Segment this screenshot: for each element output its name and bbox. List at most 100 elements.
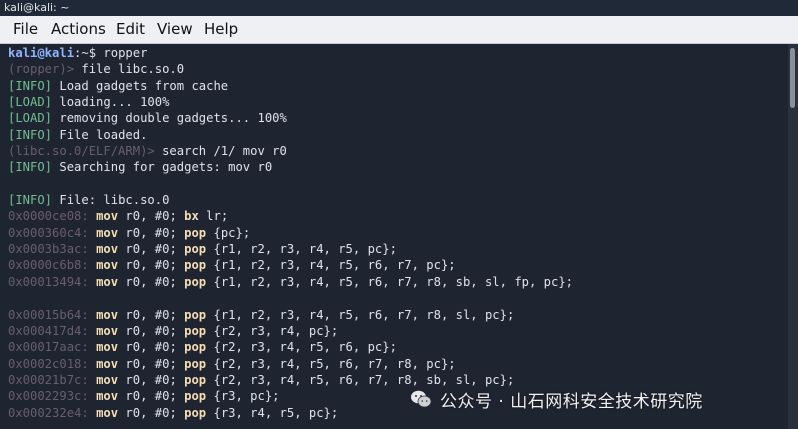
terminal-text-segment: {r1, r2, r3, r4, r5, r6, r7, r8, sb, sl,… — [206, 274, 574, 289]
terminal-text-segment: pop — [184, 356, 207, 371]
terminal-text-segment: 0x0002c018: — [8, 356, 97, 371]
terminal-text-segment: pop — [184, 340, 207, 355]
terminal-text-segment: {r1, r2, r3, r4, r5, r6, r7, r8, sl, pc}… — [206, 307, 515, 322]
terminal-text-segment: :~$ ropper — [74, 46, 148, 60]
terminal-text-segment: search /1/ mov r0 — [162, 144, 287, 159]
terminal-text-segment: 0x00013494: — [8, 274, 97, 289]
terminal-text-segment: {r2, r3, r4, r5, r6, r7, r8, pc}; — [206, 356, 456, 371]
terminal-text-segment: Load gadgets from cache — [52, 78, 229, 93]
terminal-text-segment: kali@kali — [8, 46, 75, 60]
terminal-text-segment: loading... 100% — [52, 95, 170, 110]
terminal-line: 0x0000c6b8: mov r0, #0; pop {r1, r2, r3,… — [8, 257, 788, 273]
terminal-text-segment: 0x0003b3ac: — [8, 242, 97, 257]
terminal-text-segment: Searching for gadgets: mov r0 — [52, 160, 273, 175]
terminal-output[interactable]: kali@kali:~$ ropper (ropper)> file libc.s… — [0, 44, 788, 429]
terminal-text-segment: r0, #0; — [118, 389, 185, 404]
terminal-text-segment: [INFO] — [8, 78, 53, 93]
terminal-text-segment: 0x00015b64: — [8, 307, 97, 322]
wechat-icon — [410, 389, 432, 409]
terminal-text-segment: r0, #0; — [118, 356, 185, 371]
terminal-text-segment: r0, #0; — [118, 372, 185, 387]
terminal-text-segment: mov — [96, 209, 119, 224]
terminal-line: 0x00017aac: mov r0, #0; pop {r2, r3, r4,… — [8, 339, 788, 355]
terminal-text-segment: pop — [184, 323, 207, 338]
terminal-text-segment: 0x00021b7c: — [8, 372, 97, 387]
terminal-text-segment: pop — [184, 274, 207, 289]
terminal-text-segment: 0x000360c4: — [8, 225, 97, 240]
terminal-text-segment: mov — [96, 274, 119, 289]
watermark-text: 公众号 · 山石网科安全技术研究院 — [440, 391, 703, 412]
terminal-text-segment: bx — [184, 209, 199, 224]
terminal-line: (ropper)> file libc.so.0 — [8, 61, 788, 77]
terminal-text-segment: pop — [184, 225, 207, 240]
terminal-text-segment: file libc.so.0 — [81, 62, 185, 77]
terminal-text-segment: 0x000417d4: — [8, 323, 97, 338]
terminal-text-segment: pop — [184, 242, 207, 257]
terminal-text-segment: pop — [184, 258, 207, 273]
terminal-text-segment: pop — [184, 405, 207, 420]
window-titlebar[interactable]: kali@kali: ~ — [0, 0, 798, 17]
terminal-line: [INFO] File: libc.so.0 — [8, 192, 788, 208]
menu-bar: File Actions Edit View Help — [0, 16, 798, 44]
terminal-lines: kali@kali:~$ ropper (ropper)> file libc.s… — [8, 45, 788, 421]
menu-help[interactable]: Help — [202, 16, 240, 43]
terminal-line: 0x0003b3ac: mov r0, #0; pop {r1, r2, r3,… — [8, 241, 788, 257]
terminal-text-segment: 0x0000ce08: — [8, 209, 97, 224]
menu-view[interactable]: View — [155, 16, 195, 43]
terminal-text-segment: r0, #0; — [118, 209, 185, 224]
terminal-text-segment: pop — [184, 389, 207, 404]
terminal-text-segment: (ropper)> — [8, 62, 82, 77]
terminal-text-segment: mov — [96, 242, 119, 257]
scrollbar-thumb[interactable] — [790, 48, 795, 108]
terminal-text-segment: mov — [96, 405, 119, 420]
terminal-line: 0x0002c018: mov r0, #0; pop {r2, r3, r4,… — [8, 356, 788, 372]
terminal-text-segment: mov — [96, 323, 119, 338]
terminal-text-segment: {r1, r2, r3, r4, r5, r6, r7, pc}; — [206, 258, 456, 273]
watermark: 公众号 · 山石网科安全技术研究院 — [410, 385, 780, 413]
terminal-text-segment: removing double gadgets... 100% — [52, 111, 287, 126]
terminal-line: [INFO] Searching for gadgets: mov r0 — [8, 159, 788, 175]
terminal-text-segment: {r3, r4, r5, pc}; — [206, 405, 339, 420]
terminal-text-segment: mov — [96, 356, 119, 371]
terminal-line: [LOAD] loading... 100% — [8, 94, 788, 110]
terminal-text-segment: pop — [184, 372, 207, 387]
terminal-text-segment: r0, #0; — [118, 307, 185, 322]
terminal-text-segment: r0, #0; — [118, 258, 185, 273]
terminal-line: 0x000417d4: mov r0, #0; pop {r2, r3, r4,… — [8, 323, 788, 339]
menu-actions[interactable]: Actions — [49, 16, 108, 43]
terminal-text-segment: File: libc.so.0 — [52, 193, 170, 208]
terminal-text-segment: mov — [96, 372, 119, 387]
terminal-text-segment: 0x000232e4: — [8, 405, 97, 420]
terminal-text-segment: r0, #0; — [118, 242, 185, 257]
terminal-line: (libc.so.0/ELF/ARM)> search /1/ mov r0 — [8, 143, 788, 159]
terminal-text-segment: mov — [96, 258, 119, 273]
terminal-text-segment: 0x0002293c: — [8, 389, 97, 404]
terminal-text-segment: {pc}; — [206, 225, 251, 240]
terminal-line: kali@kali:~$ ropper — [8, 45, 788, 61]
window-title: kali@kali: ~ — [4, 1, 70, 14]
terminal-text-segment: mov — [96, 340, 119, 355]
terminal-text-segment: [INFO] — [8, 160, 53, 175]
terminal-scrollbar[interactable] — [788, 44, 798, 429]
terminal-text-segment: r0, #0; — [118, 274, 185, 289]
terminal-text-segment: {r3, pc}; — [206, 389, 280, 404]
terminal-line: 0x0000ce08: mov r0, #0; bx lr; — [8, 208, 788, 224]
terminal-text-segment: pop — [184, 307, 207, 322]
terminal-text-segment: r0, #0; — [118, 225, 185, 240]
terminal-line: 0x00013494: mov r0, #0; pop {r1, r2, r3,… — [8, 274, 788, 290]
menu-file[interactable]: File — [11, 16, 40, 43]
menu-edit[interactable]: Edit — [114, 16, 147, 43]
terminal-line: 0x00015b64: mov r0, #0; pop {r1, r2, r3,… — [8, 307, 788, 323]
terminal-text-segment: r0, #0; — [118, 323, 185, 338]
terminal-text-segment: (libc.so.0/ELF/ARM)> — [8, 144, 163, 159]
terminal-text-segment: [LOAD] — [8, 95, 53, 110]
terminal-text-segment: [INFO] — [8, 127, 53, 142]
terminal-line: [LOAD] removing double gadgets... 100% — [8, 110, 788, 126]
terminal-line: 0x000360c4: mov r0, #0; pop {pc}; — [8, 225, 788, 241]
terminal-text-segment: {r2, r3, r4, r5, r6, pc}; — [206, 340, 397, 355]
terminal-text-segment: 0x00017aac: — [8, 340, 97, 355]
terminal-text-segment: mov — [96, 307, 119, 322]
terminal-text-segment: mov — [96, 225, 119, 240]
